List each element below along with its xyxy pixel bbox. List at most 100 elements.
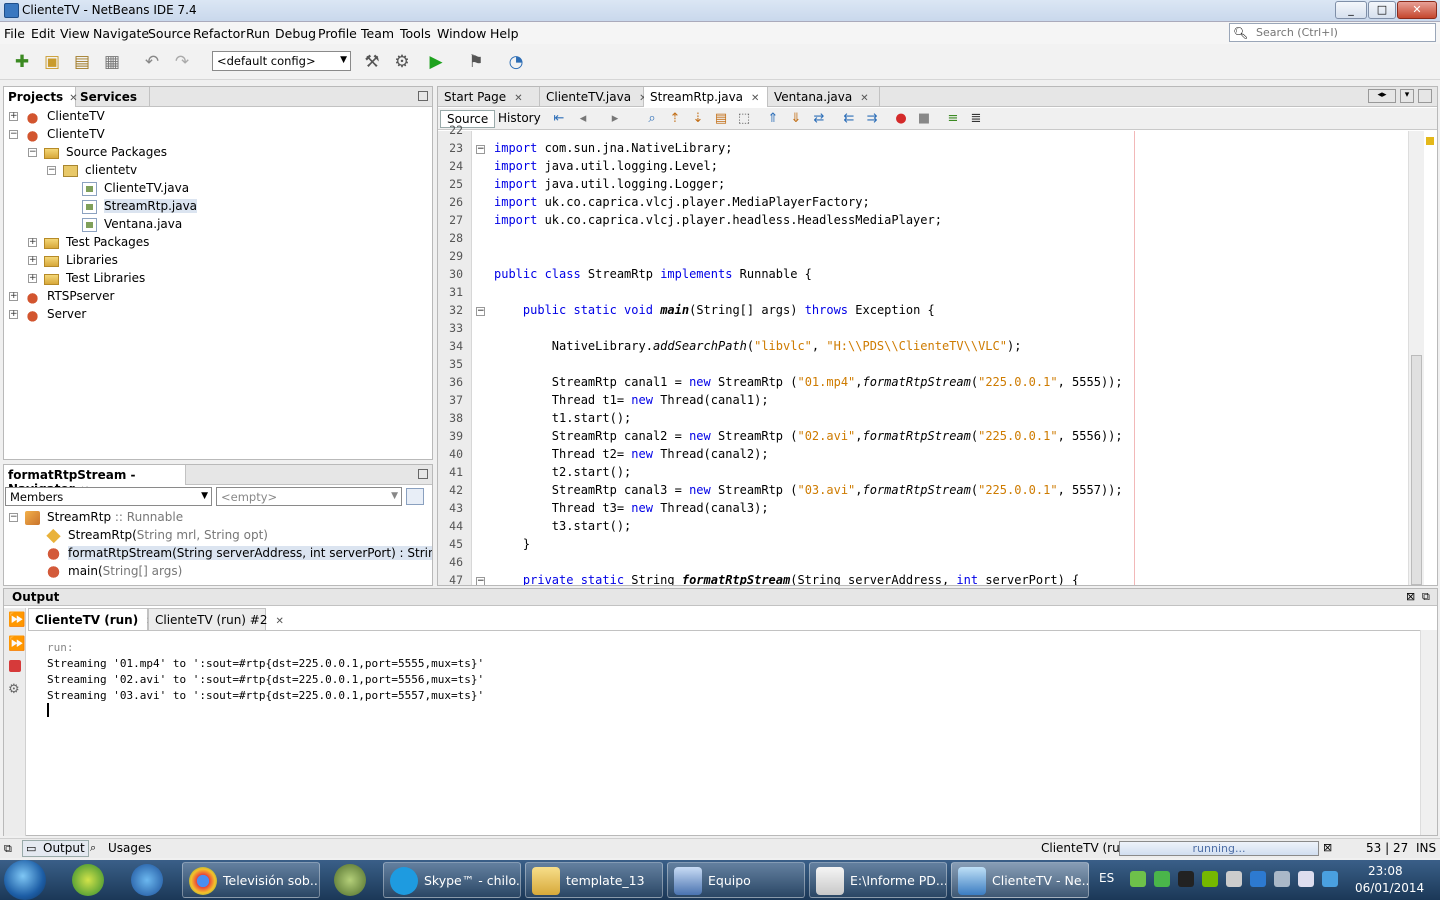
menu-navigate[interactable]: Navigate	[93, 26, 149, 41]
menu-profile[interactable]: Profile	[318, 26, 357, 41]
tree-item[interactable]: Ventana.java	[4, 216, 432, 234]
config-select[interactable]: <default config> ▼	[212, 51, 351, 71]
language-indicator[interactable]: ES	[1099, 871, 1114, 885]
window-icon[interactable]: ⧉	[4, 842, 12, 856]
collapse-icon[interactable]: −	[9, 130, 18, 139]
forward-icon[interactable]: ▸	[606, 111, 624, 127]
filter-icon[interactable]	[406, 488, 424, 505]
restore-icon[interactable]: ⧉	[1422, 590, 1430, 604]
menu-debug[interactable]: Debug	[275, 26, 316, 41]
taskbar-equipo[interactable]: Equipo	[667, 862, 805, 898]
prev-bookmark-icon[interactable]: ⇑	[764, 111, 782, 127]
output-toggle-button[interactable]: ▭ Output	[22, 840, 89, 857]
open-project-icon[interactable]: ▤	[70, 50, 94, 74]
expand-icon[interactable]: +	[9, 112, 18, 121]
navigator-item[interactable]: main(String[] args)	[4, 563, 432, 581]
expand-icon[interactable]: +	[28, 274, 37, 283]
close-icon[interactable]: ⊠	[1406, 590, 1415, 603]
taskbar-skype[interactable]: Skype™ - chilo...	[383, 862, 521, 898]
toggle-bookmark-icon[interactable]: ⇄	[810, 111, 828, 127]
history-button[interactable]: History	[492, 110, 547, 128]
profile-icon[interactable]: ◔	[504, 50, 528, 74]
collapse-icon[interactable]: −	[9, 513, 18, 522]
tree-item[interactable]: ClienteTV.java	[4, 180, 432, 198]
nvidia-icon[interactable]	[1202, 871, 1218, 887]
new-project-icon[interactable]: ▣	[40, 50, 64, 74]
volume-icon[interactable]	[1298, 871, 1314, 887]
minimize-panel-button[interactable]	[418, 469, 428, 479]
tree-item[interactable]: + Libraries	[4, 252, 432, 270]
menu-view[interactable]: View	[60, 26, 90, 41]
menu-team[interactable]: Team	[361, 26, 394, 41]
output-console[interactable]: run: Streaming '01.mp4' to ':sout=#rtp{d…	[28, 630, 1420, 835]
tree-item[interactable]: StreamRtp.java	[4, 198, 432, 216]
taskbar-folder[interactable]: template_13	[525, 862, 663, 898]
search-box[interactable]: 🔍︎	[1229, 23, 1436, 42]
x-app-icon[interactable]	[72, 864, 104, 896]
tray-icon[interactable]	[1130, 871, 1146, 887]
tree-item[interactable]: − Source Packages	[4, 144, 432, 162]
empty-select[interactable]: <empty> ▼	[216, 487, 402, 506]
stop-icon[interactable]	[9, 660, 21, 672]
clean-build-icon[interactable]: ⚙	[390, 50, 414, 74]
collapse-icon[interactable]: −	[47, 166, 56, 175]
expand-icon[interactable]: +	[28, 238, 37, 247]
menu-help[interactable]: Help	[490, 26, 519, 41]
tree-item[interactable]: + ClienteTV	[4, 108, 432, 126]
navigator-item[interactable]: formatRtpStream(String serverAddress, in…	[4, 545, 432, 563]
menu-tools[interactable]: Tools	[400, 26, 431, 41]
tab-clientetv-run-2[interactable]: ClienteTV (run) #2 ✕	[148, 608, 284, 630]
start-button[interactable]	[4, 860, 46, 900]
rect-select-icon[interactable]: ⬚	[735, 111, 753, 127]
next-bookmark-icon[interactable]: ⇓	[787, 111, 805, 127]
redo-icon[interactable]: ↷	[170, 50, 194, 74]
fold-toggle-icon[interactable]: −	[476, 145, 485, 154]
tab-clientetv-run[interactable]: ClienteTV (run)✕	[28, 608, 155, 630]
taskbar-chrome[interactable]: Televisión sob...	[182, 862, 320, 898]
bluetooth-icon[interactable]	[1322, 871, 1338, 887]
code-area[interactable]: import com.sun.jna.NativeLibrary; import …	[494, 131, 1414, 585]
navigator-item[interactable]: − StreamRtp :: Runnable	[4, 509, 432, 527]
warning-marker-icon[interactable]	[1426, 137, 1434, 145]
close-icon[interactable]: ✕	[514, 93, 522, 104]
shift-right-icon[interactable]: ⇉	[863, 111, 881, 127]
network-icon[interactable]	[1274, 871, 1290, 887]
menu-refactor[interactable]: Refactor	[193, 26, 245, 41]
expand-icon[interactable]: +	[9, 310, 18, 319]
comment-icon[interactable]: ≡	[944, 111, 962, 127]
find-icon[interactable]: ⌕	[643, 111, 661, 127]
tray-icon[interactable]	[1250, 871, 1266, 887]
chevron-down-icon[interactable]: ▾	[1400, 89, 1414, 103]
tree-item[interactable]: + Server	[4, 306, 432, 324]
tray-icon[interactable]	[1154, 871, 1170, 887]
new-file-icon[interactable]: ✚	[10, 50, 34, 74]
back-icon[interactable]: ◂	[574, 111, 592, 127]
output-scrollbar[interactable]	[1420, 630, 1437, 835]
tab-start-page[interactable]: Start Page ✕	[438, 87, 540, 107]
rerun-icon[interactable]: ⏩	[8, 612, 25, 628]
stop-macro-icon[interactable]: ■	[915, 111, 933, 127]
scroll-tabs-icon[interactable]: ◂▸	[1368, 89, 1396, 103]
tree-item[interactable]: − ClienteTV	[4, 126, 432, 144]
tray-icon[interactable]	[1178, 871, 1194, 887]
toggle-highlight-icon[interactable]: ▤	[712, 111, 730, 127]
undo-icon[interactable]: ↶	[140, 50, 164, 74]
tab-services[interactable]: Services	[76, 87, 150, 107]
tab-clientetv-java[interactable]: ClienteTV.java✕	[540, 87, 647, 107]
uncomment-icon[interactable]: ≣	[967, 111, 985, 127]
close-icon[interactable]: ✕	[276, 616, 284, 627]
find-next-icon[interactable]: ⇣	[689, 111, 707, 127]
editor-scrollbar[interactable]	[1408, 131, 1424, 585]
close-icon[interactable]: ✕	[751, 93, 759, 104]
tree-item[interactable]: − clientetv	[4, 162, 432, 180]
taskbar-informe[interactable]: E:\Informe PD...	[809, 862, 947, 898]
taskbar-netbeans[interactable]: ClienteTV - Ne...	[951, 862, 1089, 898]
tab-projects[interactable]: Projects ✕	[4, 87, 78, 107]
collapse-icon[interactable]: −	[28, 148, 37, 157]
menu-source[interactable]: Source	[148, 26, 191, 41]
expand-icon[interactable]: +	[28, 256, 37, 265]
navigator-item[interactable]: StreamRtp(String mrl, String opt)	[4, 527, 432, 545]
cancel-task-icon[interactable]: ⊠	[1323, 841, 1332, 854]
maximize-editor-icon[interactable]	[1418, 89, 1432, 103]
close-icon[interactable]: ✕	[860, 93, 868, 104]
